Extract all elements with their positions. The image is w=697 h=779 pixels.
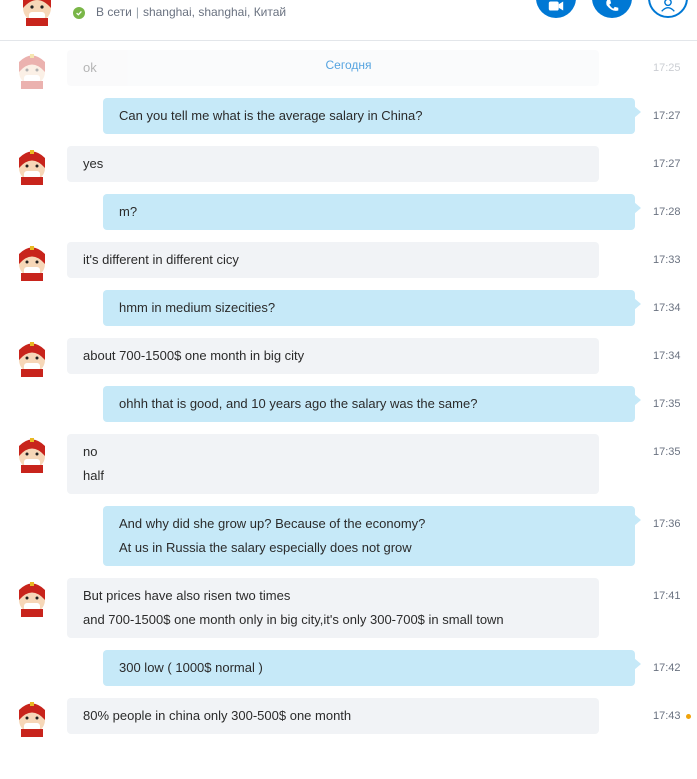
message-text: and 700-1500$ one month only in big city… — [83, 612, 504, 627]
message-timestamp: 17:35 — [653, 446, 681, 458]
message-text: it's different in different cicy — [83, 252, 239, 267]
incoming-message[interactable]: it's different in different cicy — [67, 242, 599, 278]
message-text: hmm in medium sizecities? — [119, 300, 276, 315]
message-timestamp: 17:41 — [653, 590, 681, 602]
message-text: 300 low ( 1000$ normal ) — [119, 660, 263, 675]
message-timestamp: 17:25 — [653, 62, 681, 74]
sender-avatar[interactable] — [14, 699, 50, 737]
message-timestamp: 17:35 — [653, 398, 681, 410]
incoming-message[interactable]: 80% people in china only 300-500$ one mo… — [67, 698, 599, 734]
message-text: 80% people in china only 300-500$ one mo… — [83, 708, 352, 723]
message-text: half — [83, 468, 104, 483]
sender-avatar[interactable] — [14, 339, 50, 377]
video-call-icon — [548, 1, 564, 11]
message-text: about 700-1500$ one month in big city — [83, 348, 305, 363]
message-text: And why did she grow up? Because of the … — [119, 516, 426, 531]
outgoing-message[interactable]: ohhh that is good, and 10 years ago the … — [103, 386, 641, 422]
message-text: yes — [83, 156, 104, 171]
video-call-button[interactable] — [536, 0, 576, 18]
incoming-message[interactable]: no half — [67, 434, 599, 494]
message-text: no — [83, 444, 98, 459]
phone-call-icon — [606, 0, 619, 11]
contact-avatar[interactable] — [18, 0, 56, 26]
outgoing-message[interactable]: And why did she grow up? Because of the … — [103, 506, 641, 566]
incoming-message[interactable]: ok — [67, 50, 599, 86]
message-timestamp: 17:27 — [653, 110, 681, 122]
status-divider: | — [135, 5, 139, 19]
message-timestamp: 17:28 — [653, 206, 681, 218]
presence-label: В сети — [96, 5, 132, 19]
contact-status: В сети | shanghai, shanghai, Китай — [96, 5, 286, 19]
message-timestamp: 17:27 — [653, 158, 681, 170]
message-text: m? — [119, 204, 138, 219]
message-text: ohhh that is good, and 10 years ago the … — [119, 396, 478, 411]
sender-avatar[interactable] — [14, 51, 50, 89]
unread-indicator — [686, 714, 691, 719]
conversation-header: В сети | shanghai, shanghai, Китай — [0, 0, 697, 41]
online-status-icon — [73, 7, 85, 19]
message-text: But prices have also risen two times — [83, 588, 291, 603]
sender-avatar[interactable] — [14, 147, 50, 185]
message-timestamp: 17:43 — [653, 710, 681, 722]
message-text: Can you tell me what is the average sala… — [119, 108, 423, 123]
sender-avatar[interactable] — [14, 243, 50, 281]
outgoing-message[interactable]: m? — [103, 194, 641, 230]
incoming-message[interactable]: But prices have also risen two times and … — [67, 578, 599, 638]
outgoing-message[interactable]: 300 low ( 1000$ normal ) — [103, 650, 641, 686]
sender-avatar[interactable] — [14, 579, 50, 617]
outgoing-message[interactable]: Can you tell me what is the average sala… — [103, 98, 641, 134]
message-list[interactable]: Сегодня ok 17:25 Can you tell me what is t… — [0, 41, 697, 779]
outgoing-message[interactable]: hmm in medium sizecities? — [103, 290, 641, 326]
message-timestamp: 17:34 — [653, 350, 681, 362]
message-timestamp: 17:33 — [653, 254, 681, 266]
sender-avatar[interactable] — [14, 435, 50, 473]
incoming-message[interactable]: yes — [67, 146, 599, 182]
message-timestamp: 17:42 — [653, 662, 681, 674]
add-contact-button[interactable] — [648, 0, 688, 18]
message-timestamp: 17:36 — [653, 518, 681, 530]
message-text: At us in Russia the salary especially do… — [119, 540, 412, 555]
contact-location: shanghai, shanghai, Китай — [142, 5, 287, 19]
message-text: ok — [83, 60, 97, 75]
message-timestamp: 17:34 — [653, 302, 681, 314]
add-contact-icon — [661, 0, 675, 12]
audio-call-button[interactable] — [592, 0, 632, 18]
incoming-message[interactable]: about 700-1500$ one month in big city — [67, 338, 599, 374]
